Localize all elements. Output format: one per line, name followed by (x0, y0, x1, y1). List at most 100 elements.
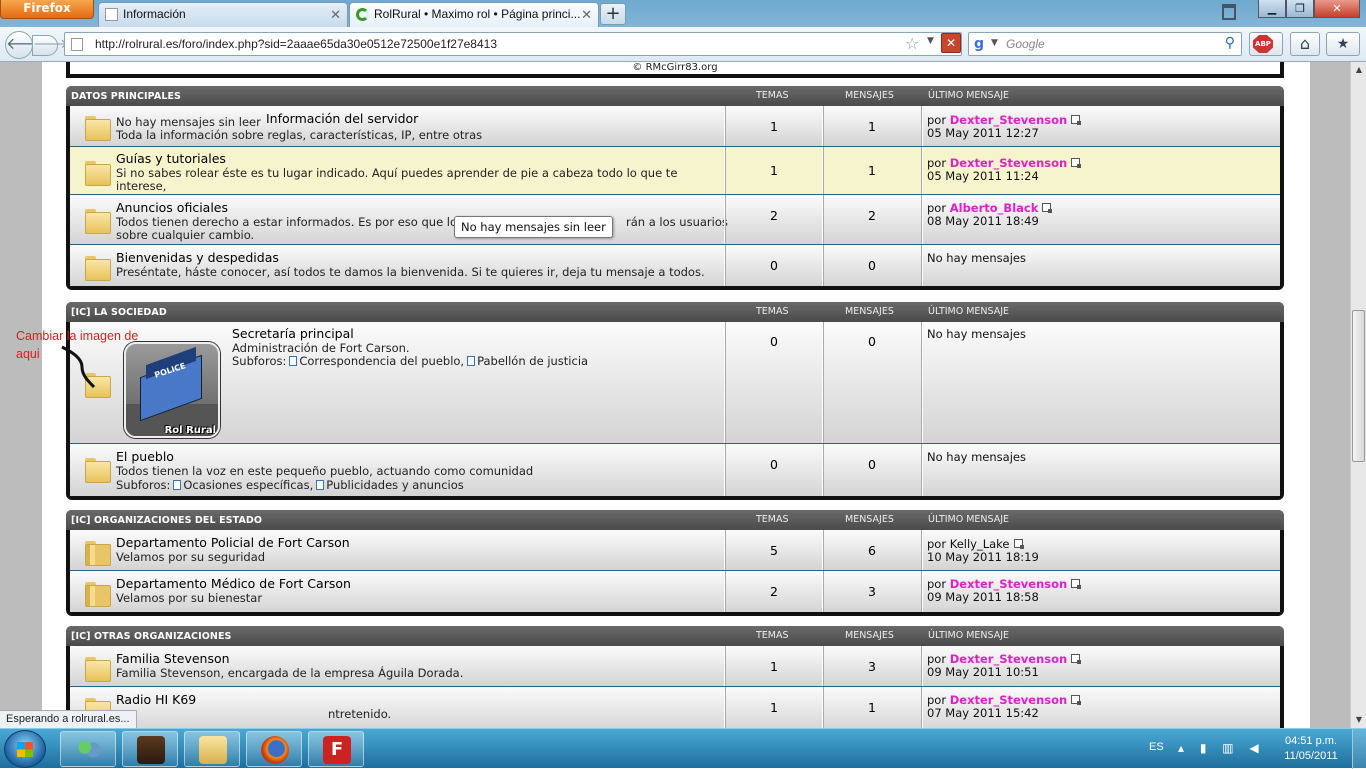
language-indicator[interactable]: ES (1149, 741, 1164, 753)
firefox-menu-button[interactable]: Firefox (0, 0, 94, 19)
adblock-button[interactable]: ABP (1249, 32, 1283, 56)
subforum-link[interactable]: Pabellón de justicia (477, 354, 588, 368)
col-temas: TEMAS (756, 630, 789, 641)
forum-row: Familia Stevenson Familia Stevenson, enc… (70, 646, 1280, 687)
clock[interactable]: 04:51 p.m. 11/05/2011 (1280, 734, 1342, 764)
forum-title[interactable]: Guías y tutoriales (116, 151, 226, 166)
subforum-link[interactable]: Publicidades y anuncios (326, 478, 464, 492)
post-date: 09 May 2011 10:51 (927, 665, 1039, 679)
scroll-down-arrow[interactable]: ▼ (1351, 712, 1366, 728)
forum-row: Departamento Médico de Fort Carson Velam… (70, 571, 1280, 612)
stop-button[interactable]: ✕ (941, 33, 961, 53)
forum-title[interactable]: Información del servidor (266, 111, 418, 126)
tray-icons[interactable]: ▴ ▮ ▥ ◀ (1178, 741, 1265, 755)
list-all-tabs-icon[interactable] (1222, 4, 1236, 20)
post-author-link[interactable]: Kelly_Lake (950, 537, 1010, 551)
folder-icon (85, 206, 111, 234)
por-label: por (927, 693, 947, 707)
forum-title[interactable]: Familia Stevenson (116, 651, 230, 666)
forum-title[interactable]: El pueblo (116, 449, 174, 464)
taskbar-people-app[interactable] (60, 731, 116, 767)
chevron-down-icon[interactable]: ▼ (991, 38, 998, 48)
posts-count: 0 (868, 258, 876, 273)
scroll-up-arrow[interactable]: ▲ (1351, 62, 1366, 78)
view-latest-post-icon[interactable] (1013, 539, 1024, 549)
forum-title[interactable]: Secretaría principal (232, 326, 354, 341)
view-latest-post-icon[interactable] (1071, 158, 1082, 168)
url-bar[interactable]: http://rolrural.es/foro/index.php?sid=2a… (64, 32, 962, 56)
view-latest-post-icon[interactable] (1071, 579, 1082, 589)
post-author-link[interactable]: Dexter_Stevenson (950, 652, 1067, 666)
tab-label: Información (123, 7, 186, 21)
taskbar-explorer[interactable] (184, 731, 240, 767)
home-button[interactable]: ⌂ (1290, 32, 1320, 56)
tab-informacion[interactable]: Información ✕ (98, 2, 348, 27)
topics-count: 0 (770, 258, 778, 273)
taskbar-game-app[interactable] (122, 731, 178, 767)
start-button[interactable] (4, 730, 46, 768)
forum-title[interactable]: Departamento Policial de Fort Carson (116, 535, 350, 550)
vertical-scrollbar[interactable]: ▲ ▼ (1350, 62, 1366, 728)
category-title[interactable]: [IC] ORGANIZACIONES DEL ESTADO (71, 515, 262, 526)
forum-desc: Preséntate, háste conocer, así todos te … (116, 265, 705, 279)
view-latest-post-icon[interactable] (1071, 695, 1082, 705)
taskbar-firefox[interactable] (246, 731, 302, 767)
post-author-link[interactable]: Dexter_Stevenson (950, 577, 1067, 591)
post-author-link[interactable]: Dexter_Stevenson (950, 156, 1067, 170)
chevron-down-icon[interactable]: ▼ (927, 36, 934, 46)
category-title[interactable]: DATOS PRINCIPALES (71, 91, 181, 102)
url-text[interactable]: http://rolrural.es/foro/index.php?sid=2a… (95, 33, 497, 55)
maximize-button[interactable]: ❐ (1286, 0, 1314, 18)
bookmark-star-icon[interactable]: ☆ (905, 34, 919, 53)
last-post: No hay mensajes (927, 328, 1026, 341)
minimize-button[interactable]: ▁ (1258, 0, 1286, 18)
forum-page: © RMcGirr83.org DATOS PRINCIPALES TEMAS … (42, 62, 1310, 728)
google-icon[interactable]: g (974, 36, 984, 52)
search-bar[interactable]: g ▼ Google ⚲ (968, 32, 1242, 56)
post-author-link[interactable]: Dexter_Stevenson (950, 693, 1067, 707)
topics-count: 1 (770, 163, 778, 178)
category-title[interactable]: [IC] OTRAS ORGANIZACIONES (71, 631, 232, 642)
tooltip: No hay mensajes sin leer (454, 216, 613, 238)
tab-rolrural[interactable]: RolRural • Maximo rol • Página princi...… (349, 2, 599, 27)
view-latest-post-icon[interactable] (1042, 203, 1053, 213)
forum-desc-tail: rán a los usuarios (626, 215, 728, 229)
last-post: por Dexter_Stevenson 05 May 2011 12:27 (927, 113, 1082, 140)
close-icon[interactable]: ✕ (330, 3, 341, 26)
last-post: por Dexter_Stevenson 09 May 2011 10:51 (927, 652, 1082, 679)
new-tab-button[interactable]: + (600, 3, 626, 25)
view-latest-post-icon[interactable] (1071, 115, 1082, 125)
taskbar-filezilla[interactable]: F (308, 731, 364, 767)
scroll-thumb[interactable] (1352, 310, 1365, 462)
subforum-link[interactable]: Correspondencia del pueblo, (299, 354, 464, 368)
topics-count: 1 (770, 659, 778, 674)
post-author-link[interactable]: Alberto_Black (950, 201, 1039, 215)
col-temas: TEMAS (756, 306, 789, 317)
posts-count: 1 (868, 119, 876, 134)
search-input[interactable]: Google (1006, 33, 1045, 55)
forum-title[interactable]: Bienvenidas y despedidas (116, 250, 279, 265)
posts-count: 0 (868, 334, 876, 349)
posts-count: 6 (868, 543, 876, 558)
category-title[interactable]: [IC] LA SOCIEDAD (71, 307, 167, 318)
topics-count: 2 (770, 584, 778, 599)
category-header: DATOS PRINCIPALES TEMAS MENSAJES ÚLTIMO … (66, 86, 1284, 106)
forum-title[interactable]: Departamento Médico de Fort Carson (116, 576, 351, 591)
show-desktop-button[interactable] (1352, 729, 1366, 769)
back-button[interactable]: 🡐 (5, 31, 49, 59)
forward-button[interactable]: 🡒 (32, 35, 68, 56)
window-close-button[interactable]: ✕ (1314, 0, 1360, 18)
view-latest-post-icon[interactable] (1071, 654, 1082, 664)
filezilla-icon: F (323, 736, 351, 764)
forum-title[interactable]: Radio HI K69 (116, 692, 196, 707)
subforum-link[interactable]: Ocasiones específicas, (183, 478, 313, 492)
search-icon[interactable]: ⚲ (1225, 35, 1235, 51)
bookmarks-button[interactable]: ★ (1326, 32, 1360, 56)
post-author-link[interactable]: Dexter_Stevenson (950, 113, 1067, 127)
topics-count: 2 (770, 208, 778, 223)
forum-desc: Todos tienen la voz en este pequeño pueb… (116, 464, 534, 478)
forum-desc: Toda la información sobre reglas, caract… (116, 128, 483, 142)
close-icon[interactable]: ✕ (581, 3, 592, 26)
forum-row: No hay mensajes sin leer Información del… (70, 106, 1280, 147)
forum-title[interactable]: Anuncios oficiales (116, 200, 228, 215)
